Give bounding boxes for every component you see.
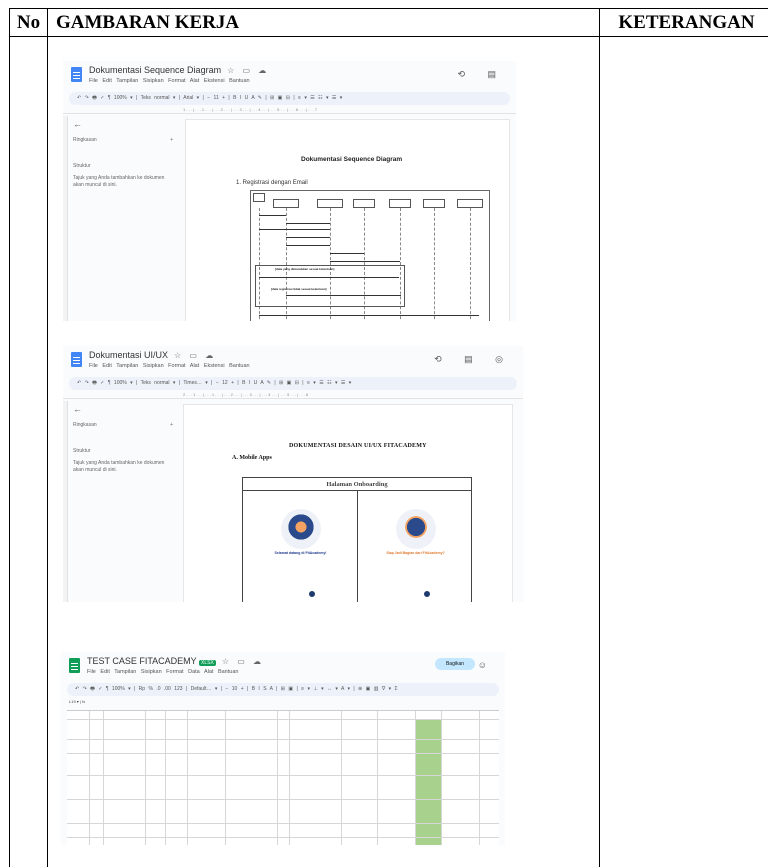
alt-frame	[255, 265, 405, 307]
document-title: Dokumentasi UI/UX ☆ ▭ ☁	[89, 350, 217, 360]
list-item-registrasi: 1. Registrasi dengan Email	[236, 180, 308, 186]
add-summary-icon: +	[170, 422, 173, 428]
format-toolbar: ↶ ↷ 🖶 ✓ ¶ 100% ▾ | Teks normal ▾ | Times…	[69, 377, 517, 390]
document-page: DOKUMENTASI DESAIN UI/UX FITACADEMY A. M…	[183, 404, 513, 602]
docs-title-bar: Dokumentasi Sequence Diagram ☆ ▭ ☁ File E…	[63, 61, 516, 91]
page-title: DOKUMENTASI DESAIN UI/UX FITACADEMY	[289, 443, 427, 449]
formula-bar: L19 ▾ | fx	[69, 699, 86, 704]
star-folder-cloud-icons: ☆ ▭ ☁	[227, 66, 270, 75]
outline-sidebar: ← Ringkasan + Struktur Tajuk yang Anda ta…	[73, 119, 173, 189]
history-comment-icons: ⟲ ▤	[457, 69, 506, 79]
section-mobile-apps: A. Mobile Apps	[232, 455, 272, 461]
back-arrow-icon: ←	[73, 119, 82, 129]
lifeline-box	[353, 199, 375, 208]
menu-bar: File Edit Tampilan Sisipkan Format Alat …	[89, 363, 250, 369]
header-gambaran-kerja: GAMBARAN KERJA	[48, 9, 600, 37]
sheets-title-bar: TEST CASE FITACADEMY XLSX ☆ ▭ ☁ File Edit…	[61, 652, 505, 682]
document-title: Dokumentasi Sequence Diagram ☆ ▭ ☁	[89, 65, 270, 75]
onboarding-illustration-1	[281, 509, 321, 549]
outline-sidebar: ← Ringkasan + Struktur Tajuk yang Anda ta…	[73, 404, 173, 474]
outline-hint: Tajuk yang Anda tambahkan ke dokumen aka…	[73, 460, 165, 473]
sheets-toolbar: ↶ ↷ 🖶 ✓ ¶ 100% ▾ | Rp % .0 .00 123 | Def…	[67, 683, 499, 696]
horizontal-ruler: 1 . . . | . . . 1 . . . | . . . 2 . . . …	[63, 106, 516, 114]
no-column	[10, 37, 48, 867]
onboarding-table: Halaman Onboarding Selamat datang di Fit…	[242, 477, 472, 602]
share-button[interactable]: Bagikan	[435, 658, 475, 670]
screenshot-test-case-sheet: TEST CASE FITACADEMY XLSX ☆ ▭ ☁ File Edit…	[61, 652, 505, 845]
lifeline-box	[457, 199, 483, 208]
phone-screen-1: Selamat datang di FitAcademy!	[243, 491, 358, 602]
sequence-diagram: [data yang dimasukkan sesuai ketentuan] …	[250, 190, 490, 321]
google-sheets-icon	[69, 658, 80, 673]
outline-hint: Tajuk yang Anda tambahkan ke dokumen aka…	[73, 175, 165, 188]
screenshot-sequence-diagram: Dokumentasi Sequence Diagram ☆ ▭ ☁ File E…	[63, 61, 516, 321]
document-page: Dokumentasi Sequence Diagram 1. Registra…	[185, 119, 510, 321]
cell-ref: L19	[69, 699, 76, 704]
header-no: No	[10, 9, 48, 37]
add-summary-icon: +	[170, 137, 173, 143]
star-folder-cloud-icons: ☆ ▭ ☁	[174, 351, 217, 360]
onboarding-title: Halaman Onboarding	[243, 478, 471, 491]
onboarding-illustration-2	[396, 509, 436, 549]
page-title: Dokumentasi Sequence Diagram	[301, 156, 403, 163]
format-toolbar: ↶ ↷ 🖶 ✓ ¶ 100% ▾ | Teks normal ▾ | Arial…	[69, 92, 510, 105]
google-docs-icon	[71, 67, 82, 82]
next-button-dot	[424, 591, 430, 597]
star-folder-cloud-icons: ☆ ▭ ☁	[221, 657, 265, 666]
lifeline-box	[389, 199, 411, 208]
lifeline-box	[423, 199, 445, 208]
avatar-icon: ☺	[477, 660, 497, 670]
ringkasan-label: Ringkasan	[73, 137, 97, 143]
screenshot-uiux-doc: Dokumentasi UI/UX ☆ ▭ ☁ File Edit Tampila…	[63, 346, 523, 602]
sheet-grid	[67, 710, 499, 845]
phone-screen-2: Siap Jadi Bagian dari FitAcademy?	[358, 491, 473, 602]
vertical-ruler	[63, 116, 68, 321]
menu-bar: File Edit Tampilan Sisipkan Format Data …	[87, 669, 239, 675]
xlsx-badge: XLSX	[199, 660, 216, 666]
phone-1-caption: Selamat datang di FitAcademy!	[274, 551, 327, 555]
document-title: TEST CASE FITACADEMY XLSX ☆ ▭ ☁	[87, 656, 265, 666]
fx-label: fx	[82, 699, 86, 704]
ringkasan-label: Ringkasan	[73, 422, 97, 428]
google-docs-icon	[71, 352, 82, 367]
struktur-label: Struktur	[73, 163, 91, 169]
actor-box	[253, 193, 265, 202]
green-highlight-column	[415, 719, 441, 845]
next-button-dot	[309, 591, 315, 597]
menu-bar: File Edit Tampilan Sisipkan Format Alat …	[89, 78, 250, 84]
lifeline-box	[317, 199, 343, 208]
docs-title-bar: Dokumentasi UI/UX ☆ ▭ ☁ File Edit Tampila…	[63, 346, 523, 376]
horizontal-ruler: 2 . . . 1 . . . | . . . 1 . . . | . . . …	[63, 391, 523, 399]
struktur-label: Struktur	[73, 448, 91, 454]
vertical-ruler	[63, 401, 68, 602]
header-keterangan: KETERANGAN	[600, 9, 768, 37]
lifeline-box	[273, 199, 299, 208]
phone-2-caption: Siap Jadi Bagian dari FitAcademy?	[386, 551, 445, 555]
back-arrow-icon: ←	[73, 404, 82, 414]
history-comment-meet-icons: ⟲ ▤ ◎	[434, 354, 513, 364]
